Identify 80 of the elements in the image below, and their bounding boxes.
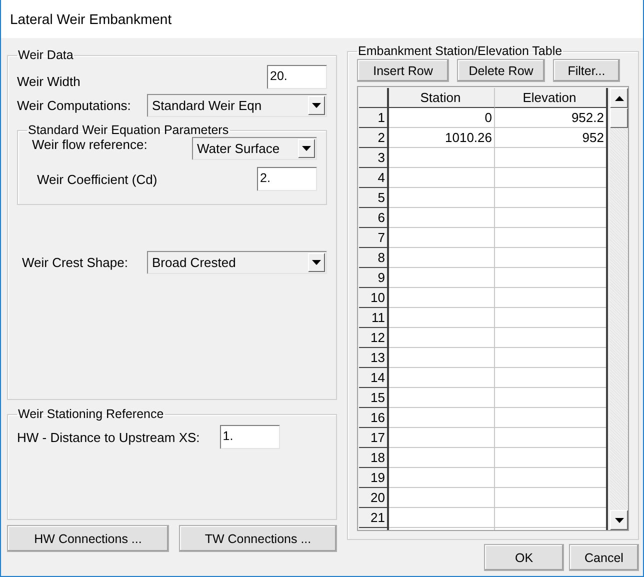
table-cell[interactable] bbox=[389, 388, 495, 408]
row-number[interactable]: 16 bbox=[359, 408, 389, 428]
table-cell[interactable]: 952.2 bbox=[495, 108, 606, 128]
input-field[interactable]: 20. bbox=[267, 65, 327, 89]
row-number[interactable]: 4 bbox=[359, 168, 389, 188]
row-number[interactable]: 15 bbox=[359, 388, 389, 408]
dropdown[interactable]: Broad Crested bbox=[147, 251, 327, 274]
table-cell[interactable] bbox=[389, 508, 495, 528]
table-cell[interactable] bbox=[389, 288, 495, 308]
row-number[interactable]: 7 bbox=[359, 228, 389, 248]
scroll-down-button[interactable] bbox=[610, 510, 628, 530]
column-header[interactable]: Station bbox=[389, 88, 495, 108]
row-number[interactable]: 14 bbox=[359, 368, 389, 388]
table-cell[interactable] bbox=[389, 488, 495, 508]
table-cell[interactable]: 952 bbox=[495, 128, 606, 148]
row-number[interactable]: 6 bbox=[359, 208, 389, 228]
group-title: Embankment Station/Elevation Table bbox=[357, 44, 564, 58]
dropdown[interactable]: Standard Weir Eqn bbox=[147, 94, 327, 117]
row-number[interactable]: 2 bbox=[359, 128, 389, 148]
table-cell[interactable] bbox=[389, 268, 495, 288]
group-title: Standard Weir Equation Parameters bbox=[27, 123, 230, 137]
row-number[interactable]: 18 bbox=[359, 448, 389, 468]
table-cell[interactable]: 0 bbox=[389, 108, 495, 128]
scroll-up-button[interactable] bbox=[610, 88, 628, 108]
table-cell[interactable] bbox=[389, 448, 495, 468]
header-corner[interactable] bbox=[359, 88, 389, 108]
field-label: HW - Distance to Upstream XS: bbox=[17, 430, 200, 444]
table-cell[interactable] bbox=[389, 368, 495, 388]
table-cell[interactable] bbox=[389, 428, 495, 448]
table-cell[interactable] bbox=[389, 248, 495, 268]
table-cell[interactable] bbox=[389, 348, 495, 368]
field-label: Weir Coefficient (Cd) bbox=[37, 172, 158, 186]
scroll-thumb[interactable] bbox=[610, 108, 628, 128]
cancel-button[interactable]: Cancel bbox=[569, 544, 639, 571]
table-cell[interactable] bbox=[389, 468, 495, 488]
table-button[interactable]: Filter... bbox=[553, 59, 620, 82]
row-number[interactable]: 8 bbox=[359, 248, 389, 268]
table-cell[interactable] bbox=[389, 168, 495, 188]
dropdown[interactable]: Water Surface bbox=[192, 137, 317, 160]
input-field[interactable]: 1. bbox=[220, 425, 280, 449]
row-number[interactable]: 17 bbox=[359, 428, 389, 448]
dropdown-arrow-icon bbox=[312, 103, 321, 108]
row-number[interactable]: 10 bbox=[359, 288, 389, 308]
table-cell[interactable] bbox=[389, 148, 495, 168]
row-number[interactable]: 12 bbox=[359, 328, 389, 348]
column-header[interactable]: Elevation bbox=[495, 88, 606, 108]
scrollbar[interactable] bbox=[610, 88, 628, 530]
table-cell[interactable] bbox=[389, 228, 495, 248]
ok-button[interactable]: OK bbox=[484, 544, 564, 571]
field-label: Weir Computations: bbox=[17, 98, 131, 113]
dropdown-arrow-icon bbox=[302, 146, 311, 151]
row-number[interactable]: 1 bbox=[359, 108, 389, 128]
table-button[interactable]: Delete Row bbox=[457, 59, 545, 82]
row-number[interactable]: 21 bbox=[359, 508, 389, 528]
connections-button[interactable]: TW Connections ... bbox=[179, 525, 337, 552]
row-number[interactable]: 20 bbox=[359, 488, 389, 508]
field-label: Weir Width bbox=[17, 74, 80, 89]
dropdown-arrow-icon bbox=[312, 260, 321, 265]
row-number[interactable]: 5 bbox=[359, 188, 389, 208]
connections-button[interactable]: HW Connections ... bbox=[7, 525, 169, 552]
group-title: Weir Stationing Reference bbox=[17, 407, 165, 421]
row-number[interactable]: 11 bbox=[359, 308, 389, 328]
table-cell[interactable]: 1010.26 bbox=[389, 128, 495, 148]
table-button[interactable]: Insert Row bbox=[357, 59, 449, 82]
table-cell[interactable] bbox=[389, 208, 495, 228]
row-number[interactable]: 13 bbox=[359, 348, 389, 368]
input-field[interactable]: 2. bbox=[257, 167, 317, 191]
table-cell[interactable] bbox=[389, 408, 495, 428]
row-number[interactable]: 9 bbox=[359, 268, 389, 288]
table-cell[interactable] bbox=[389, 328, 495, 348]
up-arrow-icon bbox=[614, 96, 624, 100]
window-title: Lateral Weir Embankment bbox=[10, 11, 172, 27]
field-label: Weir flow reference: bbox=[32, 137, 148, 152]
row-number[interactable]: 3 bbox=[359, 148, 389, 168]
field-label: Weir Crest Shape: bbox=[22, 255, 128, 270]
row-number[interactable]: 19 bbox=[359, 468, 389, 488]
table-cell[interactable] bbox=[389, 188, 495, 208]
group-title: Weir Data bbox=[17, 48, 74, 62]
table-cell[interactable] bbox=[389, 308, 495, 328]
down-arrow-icon bbox=[614, 518, 624, 522]
